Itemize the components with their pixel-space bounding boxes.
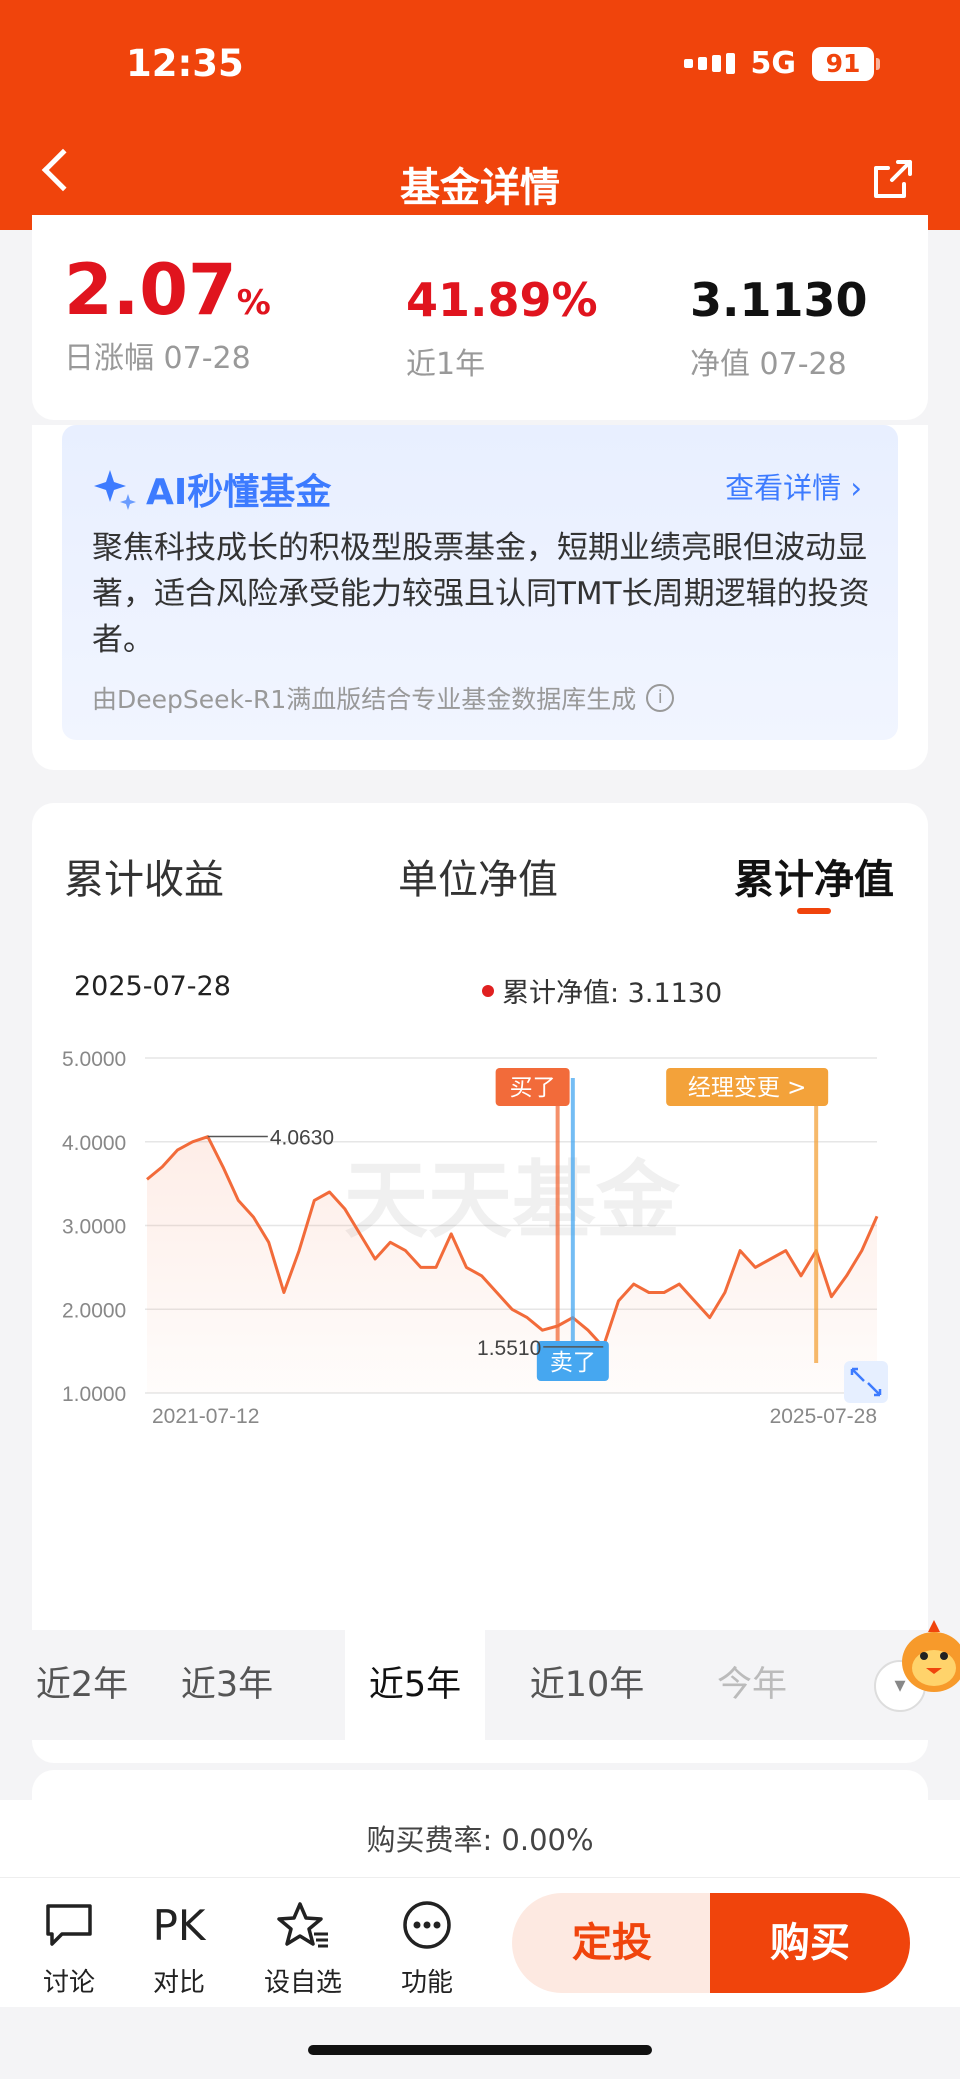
discuss-button[interactable]: 讨论: [14, 1896, 124, 1999]
period-3y[interactable]: 近3年: [142, 1630, 312, 1740]
share-icon[interactable]: [868, 156, 916, 204]
add-watchlist-label: 设自选: [263, 1968, 342, 1998]
annotation-label: 4.0630: [270, 1126, 334, 1149]
y-tick-label: 5.0000: [62, 1048, 126, 1071]
ai-source-note: 由DeepSeek-R1满血版结合专业基金数据库生成 i: [92, 680, 675, 716]
period-ytd[interactable]: 今年: [692, 1630, 812, 1740]
ai-title-text: AI秒懂基金: [146, 472, 332, 513]
sparkle-icon: [94, 470, 136, 510]
functions-button[interactable]: 功能: [372, 1896, 482, 1999]
annotation-label: 1.5510: [477, 1337, 541, 1360]
compare-button[interactable]: PK 对比: [124, 1896, 234, 1999]
daily-change-unit: %: [236, 283, 271, 323]
daily-change-value: 2.07: [64, 249, 237, 331]
chevron-right-icon: ›: [850, 471, 862, 505]
period-5y[interactable]: 近5年: [345, 1630, 485, 1740]
nav-line-chart[interactable]: 5.0000 4.0000 3.0000 2.0000 1.0000 2021-07-12…: [32, 1013, 928, 1433]
mascot-icon[interactable]: [898, 1610, 960, 1700]
ai-view-details-link[interactable]: 查看详情 ›: [725, 465, 862, 507]
tab-cumulative-return[interactable]: 累计收益: [64, 847, 224, 905]
compare-label: 对比: [152, 1968, 205, 1998]
chart-card: 累计收益 单位净值 累计净值 2025-07-28 累计净值: 3.1130 5…: [32, 803, 928, 1763]
legend-text: 累计净值: 3.1130: [502, 978, 723, 1009]
one-year-value: 41.89%: [406, 273, 598, 327]
marker-label: 买了: [510, 1075, 556, 1101]
chart-date: 2025-07-28: [74, 971, 231, 1002]
pk-icon: PK: [152, 1900, 206, 1950]
status-bar-right: 5G 91: [683, 46, 880, 81]
battery-level: 91: [812, 46, 874, 81]
more-icon: [403, 1901, 451, 1949]
signal-icon: [683, 53, 735, 74]
sip-button[interactable]: 定投: [512, 1893, 712, 1993]
ai-source-text: 由DeepSeek-R1满血版结合专业基金数据库生成: [92, 685, 637, 714]
add-watchlist-button[interactable]: 设自选: [248, 1896, 358, 1999]
one-year-label: 近1年: [406, 347, 486, 382]
nav-value-label: 净值 07-28: [690, 347, 847, 382]
ai-link-text: 查看详情: [725, 471, 842, 505]
app-header: 12:35 5G 91 基金详情: [0, 0, 960, 230]
star-icon: [277, 1902, 328, 1948]
fund-stats-card: 2.07% 日涨幅 07-28 41.89% 近1年 3.1130 净值 07-…: [32, 215, 928, 420]
info-icon[interactable]: i: [646, 684, 675, 712]
x-tick-label: 2021-07-12: [152, 1405, 259, 1428]
period-10y[interactable]: 近10年: [512, 1630, 662, 1740]
chat-bubble-icon: [46, 1904, 92, 1946]
one-year-return: 41.89% 近1年: [406, 277, 598, 383]
daily-change-label: 日涨幅 07-28: [64, 341, 251, 376]
battery-icon: 91: [812, 46, 880, 81]
home-indicator[interactable]: [308, 2045, 652, 2055]
ai-title: AI秒懂基金: [92, 463, 331, 515]
tab-unit-nav[interactable]: 单位净值: [398, 847, 558, 905]
y-tick-label: 3.0000: [62, 1216, 126, 1239]
nav-value-number: 3.1130: [690, 273, 868, 327]
tab-cumulative-nav[interactable]: 累计净值: [734, 847, 894, 905]
x-tick-label: 2025-07-28: [770, 1405, 877, 1428]
purchase-fee: 购买费率: 0.00%: [0, 1800, 960, 1880]
period-2y[interactable]: 近2年: [32, 1630, 142, 1740]
nav-value: 3.1130 净值 07-28: [690, 277, 868, 383]
active-tab-indicator: [797, 908, 831, 914]
expand-button: [844, 1361, 888, 1403]
chart-legend: 累计净值: 3.1130: [482, 971, 722, 1010]
y-tick-label: 1.0000: [62, 1383, 126, 1406]
period-selector: 近2年 近3年 近5年 近10年 今年 ▾: [32, 1630, 928, 1740]
home-area: [0, 2007, 960, 2079]
watermark: 天天基金: [344, 1152, 681, 1250]
marker-label: 卖了: [550, 1350, 596, 1376]
y-tick-label: 4.0000: [62, 1132, 126, 1155]
y-tick-label: 2.0000: [62, 1299, 126, 1322]
functions-label: 功能: [400, 1968, 453, 1998]
ai-summary-text: 聚焦科技成长的积极型股票基金，短期业绩亮眼但波动显著，适合风险承受能力较强且认同…: [92, 530, 870, 658]
marker-label: 经理变更 >: [688, 1075, 807, 1101]
buy-button[interactable]: 购买: [710, 1893, 910, 1993]
status-time: 12:35: [126, 42, 244, 85]
legend-dot: [482, 984, 494, 997]
ai-summary-card[interactable]: AI秒懂基金 查看详情 › 聚焦科技成长的积极型股票基金，短期业绩亮眼但波动显著…: [62, 425, 898, 740]
bottom-action-bar: 讨论 PK 对比 设自选 功能 定投 购买: [0, 1877, 960, 2007]
page-title: 基金详情: [400, 165, 560, 211]
daily-change: 2.07% 日涨幅 07-28: [64, 255, 271, 377]
network-type: 5G: [750, 46, 797, 81]
discuss-label: 讨论: [42, 1968, 95, 1998]
